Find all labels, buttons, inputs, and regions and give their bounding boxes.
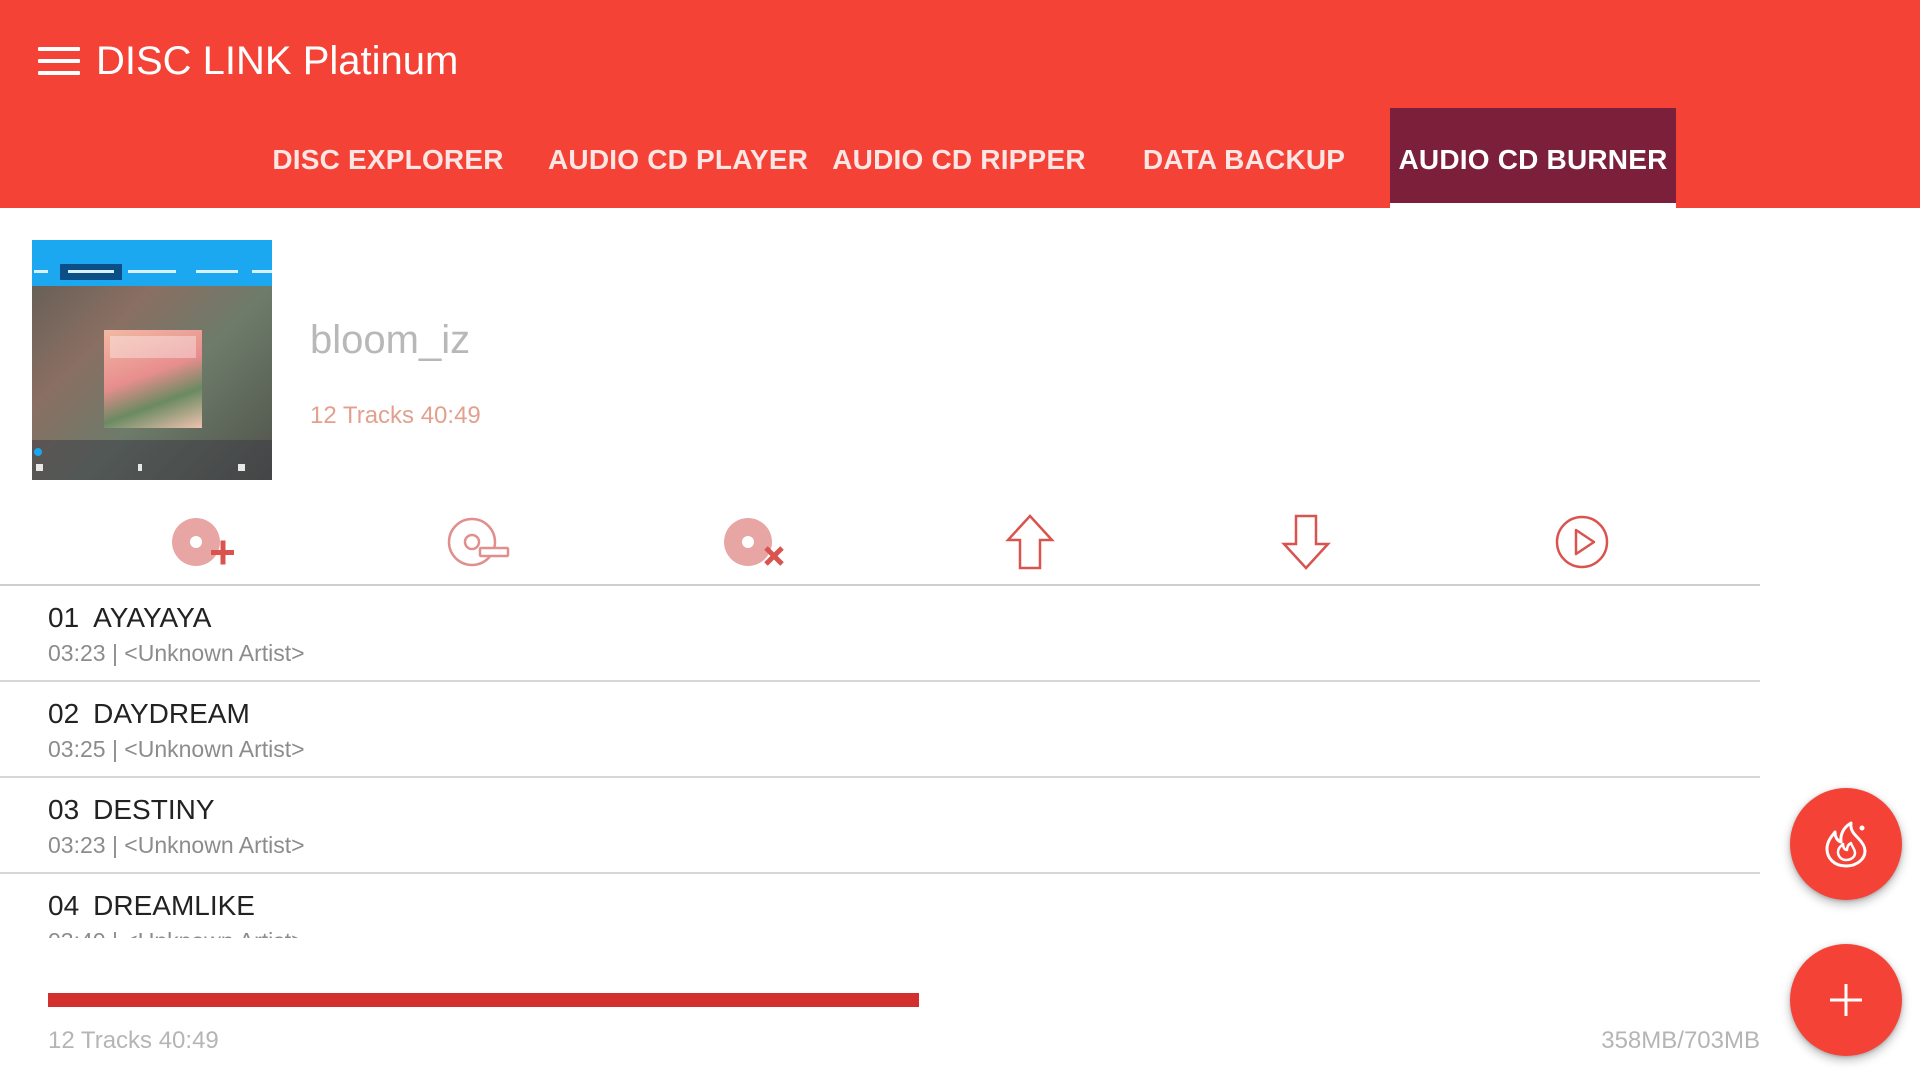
cover-artwork [104, 330, 202, 428]
track-details: 03:40 | <Unknown Artist> [48, 926, 305, 938]
album-summary: 12 Tracks 40:49 [310, 402, 481, 429]
remove-track-button[interactable] [702, 500, 802, 584]
hamburger-menu-icon[interactable] [38, 44, 80, 78]
footer-summary: 12 Tracks 40:49 [48, 1027, 219, 1054]
disc-edit-icon [447, 517, 510, 567]
footer-capacity: 358MB/703MB [1601, 1027, 1760, 1054]
edit-track-button[interactable] [426, 500, 526, 584]
flame-icon [1825, 821, 1867, 868]
arrow-down-icon [1281, 514, 1331, 570]
album-cover-image [32, 240, 272, 480]
track-number: 03 [48, 794, 80, 825]
add-disc-icon [172, 518, 234, 566]
track-title: AYAYAYA [93, 602, 212, 633]
track-row[interactable]: 01 AYAYAYA 03:23 | <Unknown Artist> [0, 586, 1760, 682]
move-down-button[interactable] [1254, 500, 1354, 584]
app-header: DISC LINK Platinum DISC EXPLORER AUDIO C… [0, 0, 1920, 208]
track-list[interactable]: 01 AYAYAYA 03:23 | <Unknown Artist> 02 DAY… [0, 586, 1760, 938]
play-circle-icon [1555, 515, 1609, 569]
tab-audio-cd-ripper[interactable]: AUDIO CD RIPPER [830, 108, 1088, 208]
track-toolbar [0, 500, 1760, 584]
track-row[interactable]: 04 DREAMLIKE 03:40 | <Unknown Artist> [0, 874, 1760, 938]
add-track-button[interactable] [150, 500, 250, 584]
app-title: DISC LINK Platinum [96, 39, 459, 83]
track-details: 03:23 | <Unknown Artist> [48, 832, 305, 858]
track-row[interactable]: 02 DAYDREAM 03:25 | <Unknown Artist> [0, 682, 1760, 778]
cover-preview-controls [32, 440, 272, 480]
disc-capacity-fill [48, 993, 919, 1007]
play-preview-button[interactable] [1530, 500, 1630, 584]
app-window: DISC LINK Platinum DISC EXPLORER AUDIO C… [0, 0, 1920, 1080]
arrow-up-icon [1005, 514, 1055, 570]
move-up-button[interactable] [978, 500, 1078, 584]
remove-disc-icon [724, 518, 784, 566]
tab-bar: DISC EXPLORER AUDIO CD PLAYER AUDIO CD R… [0, 108, 1920, 208]
track-number: 01 [48, 602, 80, 633]
track-number: 04 [48, 890, 80, 921]
track-details: 03:25 | <Unknown Artist> [48, 736, 305, 762]
burn-button[interactable] [1790, 788, 1902, 900]
tab-audio-cd-player[interactable]: AUDIO CD PLAYER [548, 108, 808, 208]
cover-preview-header [32, 240, 272, 286]
plus-icon [1830, 984, 1862, 1016]
track-number: 02 [48, 698, 80, 729]
tab-data-backup[interactable]: DATA BACKUP [1118, 108, 1370, 208]
tab-audio-cd-burner[interactable]: AUDIO CD BURNER [1390, 108, 1676, 208]
disc-capacity-bar [48, 993, 1760, 1007]
track-title: DREAMLIKE [93, 890, 255, 921]
tab-disc-explorer[interactable]: DISC EXPLORER [258, 108, 518, 208]
album-name: bloom_iz [310, 318, 471, 362]
track-title: DESTINY [93, 794, 215, 825]
track-row[interactable]: 03 DESTINY 03:23 | <Unknown Artist> [0, 778, 1760, 874]
track-details: 03:23 | <Unknown Artist> [48, 640, 305, 666]
add-files-button[interactable] [1790, 944, 1902, 1056]
track-title: DAYDREAM [93, 698, 250, 729]
